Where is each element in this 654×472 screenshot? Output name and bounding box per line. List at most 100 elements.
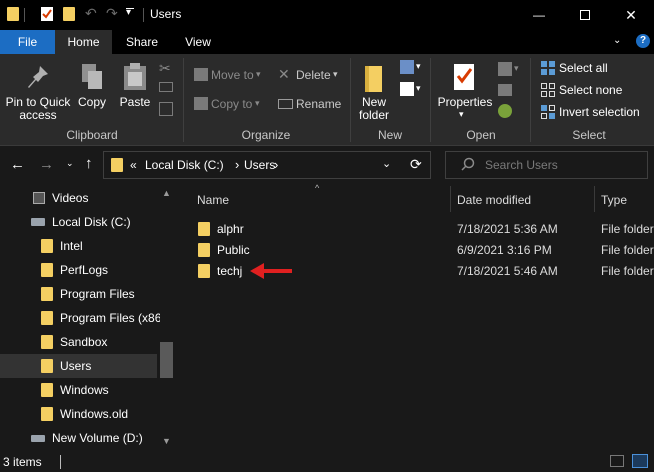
pin-label-2: access bbox=[19, 108, 57, 122]
large-icons-view-icon[interactable] bbox=[632, 454, 648, 468]
folder-icon bbox=[198, 222, 210, 236]
recent-locations-button[interactable]: ⌄ bbox=[66, 158, 74, 169]
nav-item-intel[interactable]: Intel bbox=[0, 234, 160, 258]
open-icon[interactable] bbox=[498, 62, 512, 76]
breadcrumb-users[interactable]: Users bbox=[244, 158, 275, 172]
new-folder-icon[interactable] bbox=[63, 6, 77, 22]
refresh-button[interactable]: ⟳ bbox=[410, 156, 422, 173]
nav-item-sandbox[interactable]: Sandbox bbox=[0, 330, 160, 354]
customize-toolbar-icon[interactable]: ▾ bbox=[126, 4, 140, 20]
move-to-icon bbox=[194, 68, 208, 81]
properties-check-icon[interactable] bbox=[40, 6, 54, 22]
collapse-ribbon-icon[interactable]: ⌄ bbox=[613, 35, 621, 46]
new-folder-icon bbox=[364, 64, 384, 97]
chevron-down-icon: ▾ bbox=[256, 69, 261, 79]
redo-icon[interactable]: ↷ bbox=[106, 5, 120, 21]
tab-share[interactable]: Share bbox=[116, 30, 168, 54]
nav-item-windows-old[interactable]: Windows.old bbox=[0, 402, 160, 426]
tab-file[interactable]: File bbox=[0, 30, 55, 54]
folder-icon bbox=[41, 383, 53, 397]
nav-item-perflogs[interactable]: PerfLogs bbox=[0, 258, 160, 282]
tab-view[interactable]: View bbox=[172, 30, 224, 54]
nav-item-local-disk[interactable]: Local Disk (C:) bbox=[0, 210, 160, 234]
nav-label: Intel bbox=[60, 239, 83, 253]
search-box[interactable]: Search Users bbox=[445, 151, 648, 179]
paste-icon bbox=[122, 62, 148, 95]
overflow-chevrons[interactable]: « bbox=[130, 158, 137, 172]
file-type: File folder bbox=[601, 222, 654, 236]
column-divider[interactable] bbox=[450, 186, 451, 212]
chevron-down-icon: ▾ bbox=[459, 109, 464, 119]
address-dropdown-button[interactable]: ⌄ bbox=[382, 157, 391, 170]
annotation-arrow-icon bbox=[248, 262, 294, 283]
copy-to-label: Copy to bbox=[211, 97, 253, 111]
back-button[interactable]: ← bbox=[10, 156, 25, 173]
close-icon: ✕ bbox=[625, 6, 637, 23]
breadcrumb-local-disk[interactable]: Local Disk (C:) bbox=[145, 158, 224, 172]
nav-item-program-files-x86[interactable]: Program Files (x86) bbox=[0, 306, 160, 330]
column-divider[interactable] bbox=[594, 186, 595, 212]
nav-item-users[interactable]: Users bbox=[0, 354, 157, 378]
scroll-up-arrow[interactable]: ▲ bbox=[162, 188, 171, 198]
nav-label: Windows bbox=[60, 383, 109, 397]
table-row[interactable]: Public 6/9/2021 3:16 PM File folder bbox=[190, 239, 654, 261]
search-icon bbox=[461, 157, 475, 174]
invert-selection-icon bbox=[541, 105, 555, 122]
pin-icon bbox=[26, 64, 50, 95]
address-bar[interactable]: « Local Disk (C:) › Users › ⌄ ⟳ bbox=[103, 151, 431, 179]
sort-indicator-icon: ^ bbox=[315, 183, 320, 193]
folder-icon bbox=[41, 239, 53, 253]
new-folder-label-2: folder bbox=[358, 108, 390, 122]
nav-item-windows[interactable]: Windows bbox=[0, 378, 160, 402]
folder-icon bbox=[41, 311, 53, 325]
easy-access-icon[interactable] bbox=[400, 82, 414, 96]
breadcrumb-separator[interactable]: › bbox=[274, 157, 278, 172]
rename-label: Rename bbox=[296, 97, 342, 111]
column-header-type[interactable]: Type bbox=[601, 188, 627, 212]
chevron-down-icon[interactable]: ▾ bbox=[416, 61, 421, 72]
folder-icon bbox=[7, 6, 21, 22]
item-count: 3 items bbox=[3, 455, 42, 469]
undo-icon[interactable]: ↶ bbox=[85, 5, 99, 21]
column-header-name[interactable]: Name bbox=[197, 188, 229, 212]
table-row[interactable]: alphr 7/18/2021 5:36 AM File folder bbox=[190, 218, 654, 240]
ribbon-separator bbox=[183, 58, 184, 142]
history-icon[interactable] bbox=[498, 104, 512, 118]
nav-scrollbar-thumb[interactable] bbox=[160, 342, 173, 378]
move-to-label: Move to bbox=[211, 68, 254, 82]
status-separator bbox=[60, 455, 61, 469]
nav-item-program-files[interactable]: Program Files bbox=[0, 282, 160, 306]
nav-item-new-volume[interactable]: New Volume (D:) bbox=[0, 426, 160, 450]
breadcrumb-separator[interactable]: › bbox=[235, 157, 239, 172]
arrow-up-icon: ↑ bbox=[85, 155, 93, 172]
forward-button[interactable]: → bbox=[39, 156, 54, 173]
scroll-down-arrow[interactable]: ▼ bbox=[162, 436, 171, 446]
title-bar: ↶ ↷ ▾ Users — ✕ bbox=[0, 0, 654, 30]
close-button[interactable]: ✕ bbox=[608, 0, 654, 30]
details-view-icon[interactable] bbox=[610, 455, 624, 467]
help-icon[interactable]: ? bbox=[636, 34, 650, 48]
new-item-icon[interactable] bbox=[400, 60, 414, 74]
file-date: 7/18/2021 5:36 AM bbox=[457, 222, 558, 236]
rename-icon bbox=[278, 99, 293, 109]
cut-icon[interactable]: ✂ bbox=[159, 60, 171, 77]
chevron-down-icon[interactable]: ▾ bbox=[416, 83, 421, 94]
minimize-button[interactable]: — bbox=[516, 0, 562, 30]
tab-home[interactable]: Home bbox=[55, 30, 112, 54]
ribbon-tabs: File Home Share View ⌄ ? bbox=[0, 30, 654, 54]
search-input[interactable]: Search Users bbox=[485, 158, 558, 172]
folder-icon bbox=[111, 158, 123, 172]
maximize-button[interactable] bbox=[562, 0, 608, 30]
paste-shortcut-icon[interactable] bbox=[159, 102, 173, 116]
nav-label: New Volume (D:) bbox=[52, 431, 143, 445]
up-button[interactable]: ↑ bbox=[85, 155, 93, 172]
nav-label: Program Files bbox=[60, 287, 135, 301]
edit-icon[interactable] bbox=[498, 84, 512, 96]
copy-path-icon[interactable] bbox=[159, 82, 173, 92]
folder-icon bbox=[41, 287, 53, 301]
nav-item-videos[interactable]: Videos bbox=[0, 186, 160, 210]
column-header-date-modified[interactable]: Date modified bbox=[457, 188, 531, 212]
nav-label: Videos bbox=[52, 191, 89, 205]
ribbon: Pin to Quick access Copy Paste ✂ Clipboa… bbox=[0, 54, 654, 146]
chevron-down-icon[interactable]: ▾ bbox=[514, 63, 519, 74]
